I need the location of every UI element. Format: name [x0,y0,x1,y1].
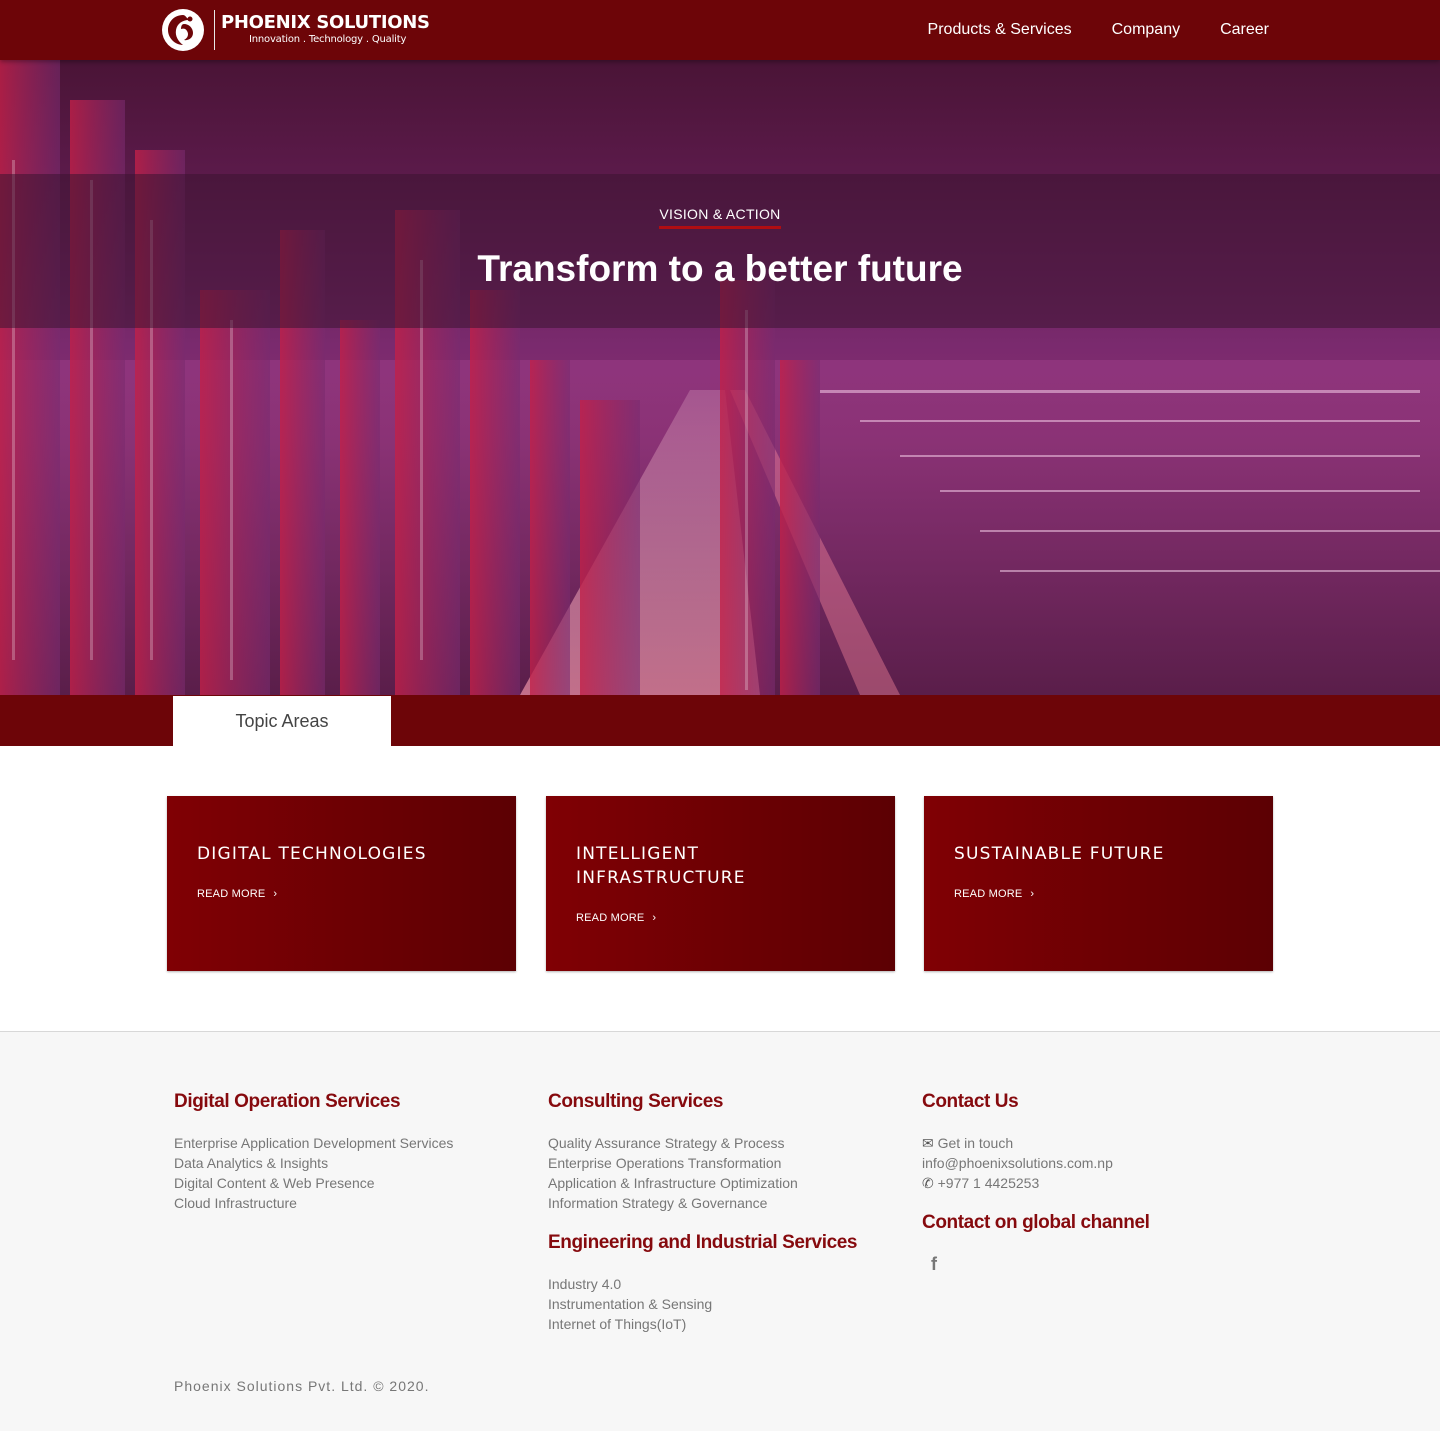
card-sustainable-future[interactable]: SUSTAINABLE FUTURE READ MORE › [924,796,1273,971]
logo-name: PHOENIX SOLUTIONS [221,12,430,33]
card-intelligent-infrastructure[interactable]: INTELLIGENT INFRASTRUCTURE READ MORE › [546,796,895,971]
tab-topic-areas[interactable]: Topic Areas [173,696,391,746]
get-in-touch-label: Get in touch [937,1135,1014,1151]
hero-kicker: VISION & ACTION [659,206,781,229]
logo-tagline: Innovation . Technology . Quality [249,34,407,45]
logo[interactable]: PHOENIX SOLUTIONS Innovation . Technolog… [160,6,430,54]
hero-banner: VISION & ACTION Transform to a better fu… [0,60,1440,695]
nav-company[interactable]: Company [1112,21,1180,39]
footer-link[interactable]: Internet of Things(IoT) [548,1314,686,1334]
footer-heading-contact: Contact Us [922,1091,1019,1112]
contact-phone[interactable]: +977 1 4425253 [938,1175,1040,1191]
read-more-label: READ MORE [197,888,266,900]
read-more-label: READ MORE [576,912,645,924]
main-nav: Products & Services Company Career [888,0,1269,60]
footer-link[interactable]: Industry 4.0 [548,1274,621,1294]
get-in-touch-row: ✉ Get in touch [922,1133,1013,1153]
envelope-icon: ✉ [922,1135,934,1151]
footer-heading-engineering: Engineering and Industrial Services [548,1232,858,1253]
city-skyline-image [0,60,1440,695]
nav-products-services[interactable]: Products & Services [928,21,1072,39]
footer-heading-global-channel: Contact on global channel [922,1212,1150,1233]
footer-link[interactable]: Digital Content & Web Presence [174,1173,375,1193]
footer-link[interactable]: Instrumentation & Sensing [548,1294,712,1314]
chevron-right-icon: › [1030,888,1035,900]
footer-link[interactable]: Cloud Infrastructure [174,1193,297,1213]
logo-divider [214,10,215,50]
chevron-right-icon: › [652,912,657,924]
read-more-link[interactable]: READ MORE › [576,912,656,924]
phone-row: ✆ +977 1 4425253 [922,1173,1039,1193]
footer-link[interactable]: Information Strategy & Governance [548,1193,767,1213]
read-more-link[interactable]: READ MORE › [197,888,277,900]
hero-title: Transform to a better future [477,248,963,289]
footer-link[interactable]: Quality Assurance Strategy & Process [548,1133,785,1153]
site-footer: Digital Operation Services Enterprise Ap… [0,1031,1440,1431]
card-digital-technologies[interactable]: DIGITAL TECHNOLOGIES READ MORE › [167,796,516,971]
nav-career[interactable]: Career [1220,21,1269,39]
topic-bar: Topic Areas [0,695,1440,746]
facebook-icon[interactable]: f [922,1252,946,1276]
copyright: Phoenix Solutions Pvt. Ltd. © 2020. [174,1378,430,1394]
contact-email-link[interactable]: info@phoenixsolutions.com.np [922,1153,1113,1173]
read-more-link[interactable]: READ MORE › [954,888,1034,900]
footer-link[interactable]: Data Analytics & Insights [174,1153,328,1173]
phoenix-logo-icon [160,7,206,53]
phone-icon: ✆ [922,1175,934,1191]
footer-link[interactable]: Application & Infrastructure Optimizatio… [548,1173,798,1193]
footer-heading-consulting: Consulting Services [548,1091,724,1112]
chevron-right-icon: › [273,888,278,900]
site-header: PHOENIX SOLUTIONS Innovation . Technolog… [0,0,1440,60]
card-title: DIGITAL TECHNOLOGIES [197,844,427,864]
footer-heading-digital-operations: Digital Operation Services [174,1091,401,1112]
card-title: SUSTAINABLE FUTURE [954,844,1165,864]
read-more-label: READ MORE [954,888,1023,900]
footer-link[interactable]: Enterprise Operations Transformation [548,1153,781,1173]
card-title: INTELLIGENT INFRASTRUCTURE [576,844,746,888]
footer-link[interactable]: Enterprise Application Development Servi… [174,1133,453,1153]
